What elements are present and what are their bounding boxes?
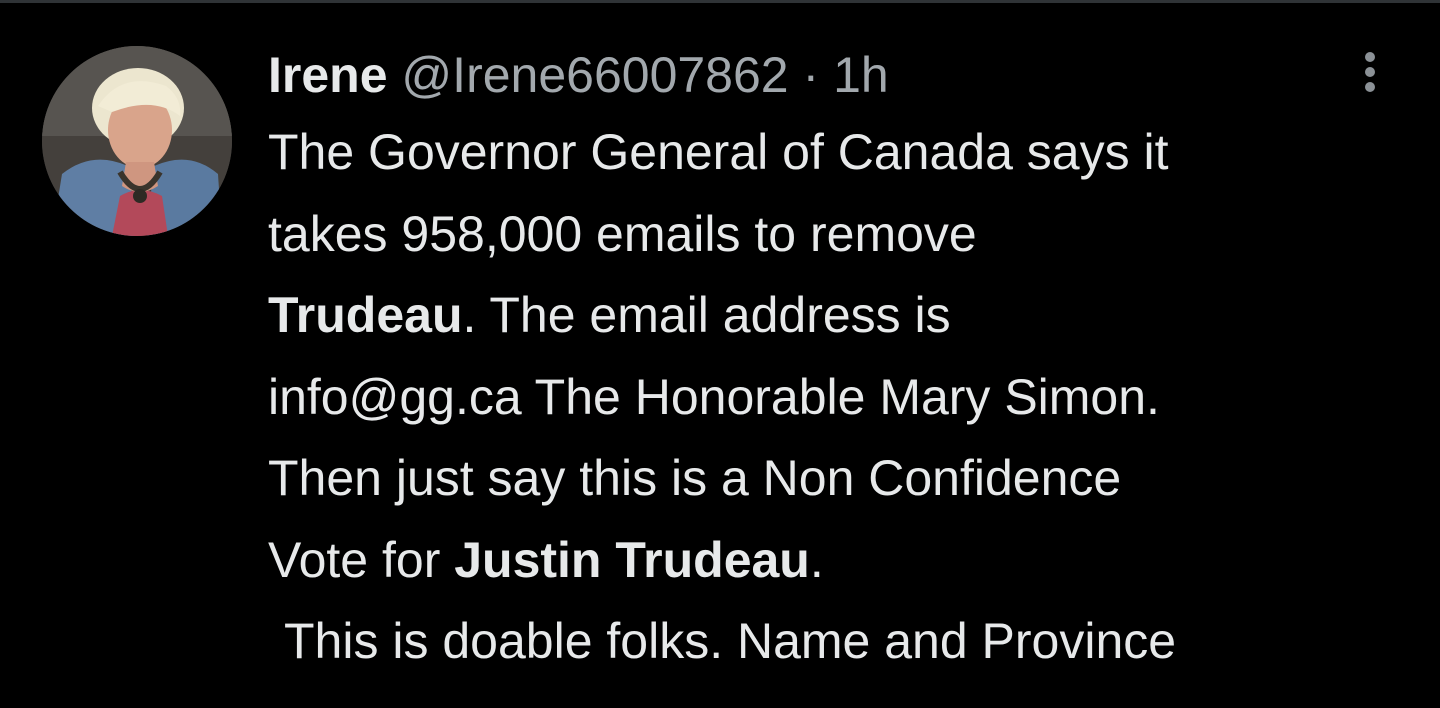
tweet-text-segment: . The email address is: [462, 287, 951, 343]
avatar-photo: [42, 46, 232, 236]
tweet-text-line: Vote for Justin Trudeau.: [268, 520, 1418, 602]
tweet[interactable]: Irene @Irene66007862 · 1h The Governor G…: [0, 0, 1440, 708]
bold-name: Trudeau: [268, 287, 463, 343]
tweet-header: Irene @Irene66007862 · 1h: [268, 40, 889, 110]
timestamp[interactable]: 1h: [833, 47, 889, 103]
more-vertical-icon[interactable]: [1348, 46, 1392, 98]
tweet-text-line: info@gg.ca The Honorable Mary Simon.: [268, 357, 1418, 439]
tweet-text-segment: The Governor General of Canada says it: [268, 124, 1169, 180]
tweet-text: The Governor General of Canada says it t…: [268, 112, 1418, 683]
tweet-text-line: Trudeau. The email address is: [268, 275, 1418, 357]
display-name[interactable]: Irene: [268, 47, 388, 103]
tweet-text-segment: info@gg.ca The Honorable Mary Simon.: [268, 368, 1160, 425]
tweet-text-segment: takes 958,000 emails to remove: [268, 205, 977, 262]
tweet-text-segment: .: [809, 531, 824, 588]
tweet-text-line: takes 958,000 emails to remove: [268, 194, 1418, 276]
tweet-text-segment: This is doable folks. Name and Province: [284, 613, 1177, 669]
tweet-text-line: This is doable folks. Name and Province: [268, 601, 1418, 683]
user-handle[interactable]: @Irene66007862: [401, 47, 788, 103]
tweet-text-segment: Vote for: [268, 531, 455, 588]
tweet-text-line: The Governor General of Canada says it: [268, 112, 1418, 194]
avatar[interactable]: [42, 46, 232, 236]
separator-dot: ·: [802, 47, 820, 103]
tweet-text-line: Then just say this is a Non Confidence: [268, 438, 1418, 520]
tweet-text-segment: Then just say this is a Non Confidence: [268, 450, 1122, 506]
bold-name: Justin Trudeau: [454, 531, 810, 588]
